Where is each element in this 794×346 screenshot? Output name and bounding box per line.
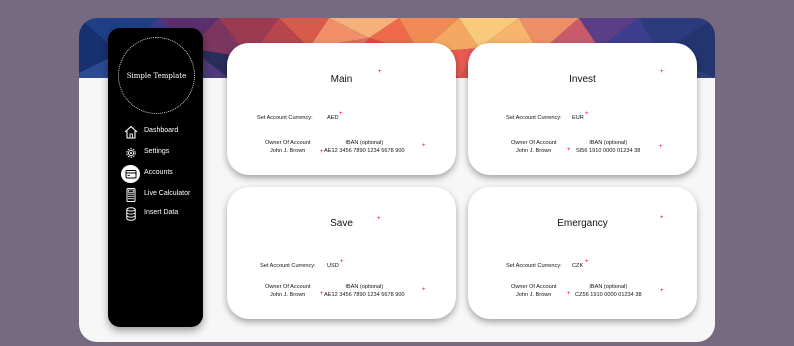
required-marker: + [567, 147, 571, 153]
required-marker: + [378, 69, 382, 75]
required-marker: + [339, 111, 343, 117]
iban-value[interactable]: AE12 3456 7890 1234 5678 900 [324, 291, 405, 299]
sidebar-item-accounts[interactable]: Accounts [108, 165, 203, 183]
account-title: Invest [569, 74, 596, 85]
sidebar-item-label: Settings [144, 148, 170, 155]
account-card-save[interactable]: Save + Set Account Currency: USD + Owner… [227, 187, 456, 319]
sidebar-item-label: Live Calculator [144, 190, 191, 197]
sidebar-item-label: Insert Data [144, 209, 179, 216]
wallet-icon [125, 170, 137, 179]
currency-value[interactable]: EUR [572, 115, 584, 121]
owner-name[interactable]: John J. Brown [265, 291, 310, 299]
required-marker: + [660, 288, 664, 294]
required-marker: + [585, 111, 589, 117]
gear-icon [126, 148, 136, 158]
logo-text: Simple Template [126, 71, 187, 80]
sidebar: Simple Template Dashboard Settings Accou… [108, 28, 203, 327]
required-marker: + [377, 216, 381, 222]
currency-value[interactable]: USD [327, 263, 339, 269]
iban-label: IBAN (optional) [345, 140, 384, 146]
owner-label: Owner Of Account [511, 284, 557, 290]
sidebar-item-insert-data[interactable]: Insert Data [108, 205, 203, 223]
iban-label: IBAN (optional) [345, 284, 384, 290]
calculator-icon [126, 188, 136, 202]
sidebar-item-live-calculator[interactable]: Live Calculator [108, 186, 203, 204]
iban-block: IBAN (optional) SI56 1910 0000 01234 38 [576, 139, 640, 155]
iban-value[interactable]: SI56 1910 0000 01234 38 [576, 147, 640, 155]
logo: Simple Template [118, 37, 195, 114]
required-marker: + [320, 291, 324, 297]
iban-label: IBAN (optional) [589, 284, 628, 290]
currency-value[interactable]: CZK [572, 263, 583, 269]
owner-name[interactable]: John J. Brown [511, 147, 556, 155]
required-marker: + [422, 287, 426, 293]
iban-block: IBAN (optional) AE12 3456 7890 1234 5678… [324, 283, 405, 299]
sidebar-item-dashboard[interactable]: Dashboard [108, 123, 203, 141]
required-marker: + [585, 259, 589, 265]
account-card-invest[interactable]: Invest + Set Account Currency: EUR + Own… [468, 43, 697, 175]
database-icon [126, 207, 136, 221]
owner-label: Owner Of Account [265, 284, 311, 290]
currency-label: Set Account Currency: [506, 115, 562, 121]
required-marker: + [659, 144, 663, 150]
sidebar-item-settings[interactable]: Settings [108, 144, 203, 162]
owner-block: Owner Of Account John J. Brown [265, 283, 310, 299]
iban-value[interactable]: AE12 3456 7890 1234 5678 900 [324, 147, 405, 155]
account-card-main[interactable]: Main + Set Account Currency: AED + Owner… [227, 43, 456, 175]
currency-value[interactable]: AED [327, 115, 339, 121]
currency-label: Set Account Currency: [257, 115, 313, 121]
iban-value[interactable]: CZ56 1910 0000 01234 38 [575, 291, 642, 299]
required-marker: + [340, 259, 344, 265]
owner-label: Owner Of Account [265, 140, 311, 146]
required-marker: + [660, 69, 664, 75]
required-marker: + [567, 291, 571, 297]
currency-label: Set Account Currency: [506, 263, 562, 269]
iban-label: IBAN (optional) [589, 140, 628, 146]
owner-name[interactable]: John J. Brown [265, 147, 310, 155]
owner-block: Owner Of Account John J. Brown [511, 283, 556, 299]
account-card-emergancy[interactable]: Emergancy + Set Account Currency: CZK + … [468, 187, 697, 319]
owner-block: Owner Of Account John J. Brown [265, 139, 310, 155]
required-marker: + [422, 143, 426, 149]
owner-label: Owner Of Account [511, 140, 557, 146]
owner-block: Owner Of Account John J. Brown [511, 139, 556, 155]
owner-name[interactable]: John J. Brown [511, 291, 556, 299]
sidebar-item-label: Dashboard [144, 127, 179, 134]
account-title: Main [330, 74, 353, 85]
iban-block: IBAN (optional) AE12 3456 7890 1234 5678… [324, 139, 405, 155]
currency-label: Set Account Currency: [260, 263, 316, 269]
required-marker: + [660, 215, 664, 221]
sidebar-item-label: Accounts [144, 169, 173, 176]
iban-block: IBAN (optional) CZ56 1910 0000 01234 38 [575, 283, 642, 299]
home-icon [124, 125, 138, 139]
account-title: Save [330, 218, 353, 229]
required-marker: + [320, 149, 324, 155]
